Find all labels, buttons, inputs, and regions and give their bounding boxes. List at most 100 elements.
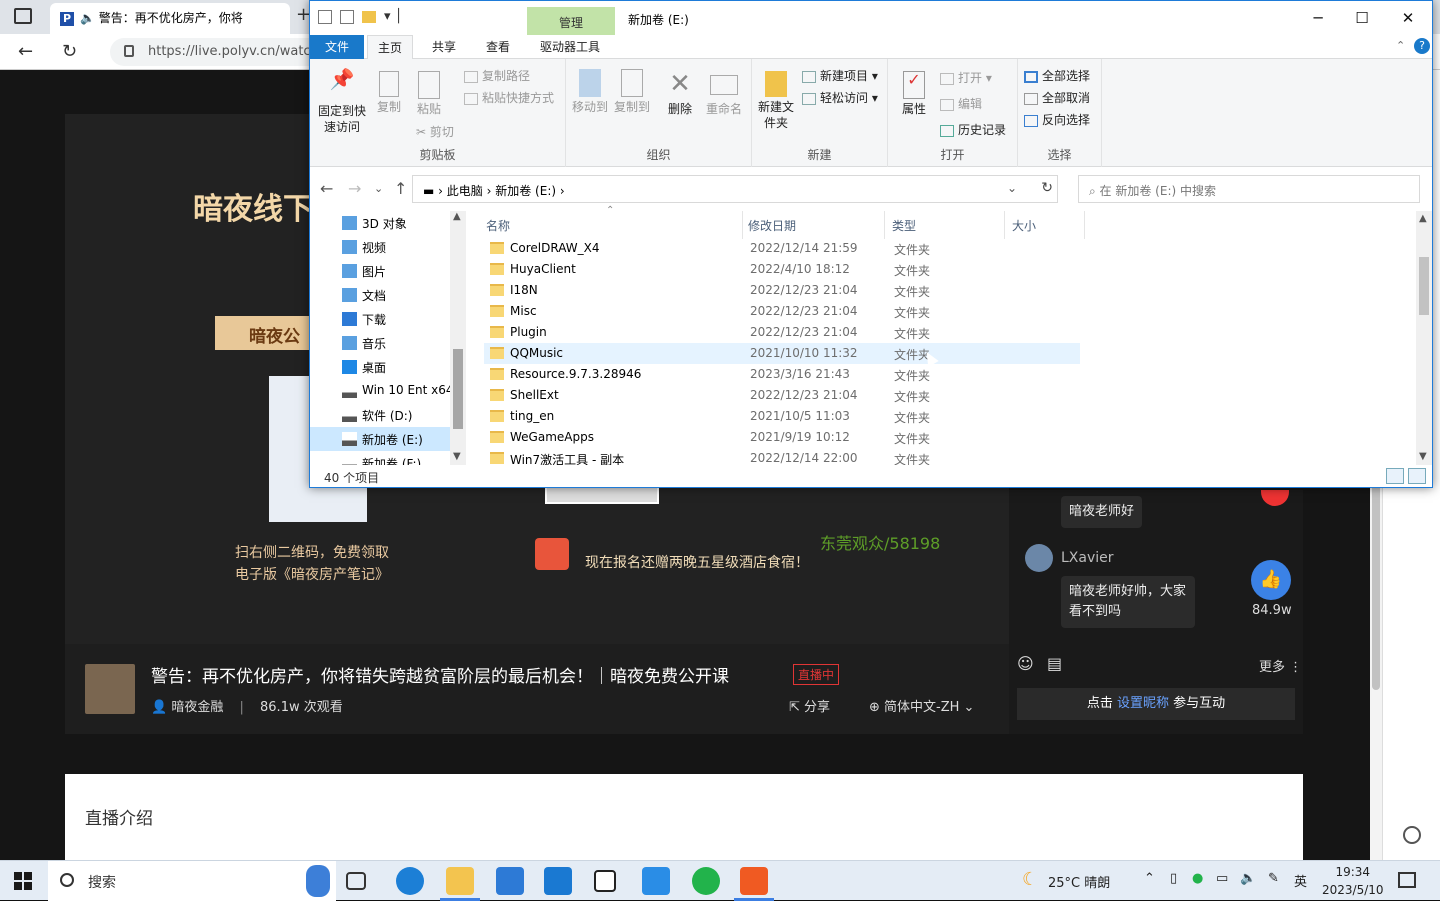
browser-tab[interactable]: P 🔈 警告：再不优化房产，你将 xyxy=(50,3,290,34)
breadcrumb-drive-e[interactable]: 新加卷 (E:) xyxy=(495,184,556,198)
nav-item[interactable]: 桌面 xyxy=(310,355,450,379)
more-button[interactable]: 更多 ⋮ xyxy=(1259,656,1302,675)
recent-locations-icon[interactable]: ⌄ xyxy=(374,182,383,195)
nav-item[interactable]: 文档 xyxy=(310,283,450,307)
file-row[interactable]: QQMusic 2021/10/10 11:32 文件夹 xyxy=(484,343,1080,364)
column-date[interactable]: 修改日期 xyxy=(748,217,796,234)
rename-button[interactable]: 重命名 xyxy=(702,69,746,117)
like-button[interactable]: 👍 xyxy=(1251,560,1291,600)
nav-scrollbar[interactable]: ▲ ▼ xyxy=(450,211,466,465)
polyv-app-icon[interactable] xyxy=(734,867,774,901)
select-none-button[interactable]: 全部取消 xyxy=(1024,89,1090,106)
nav-item[interactable]: 图片 xyxy=(310,259,450,283)
scroll-down-icon[interactable]: ▼ xyxy=(1419,451,1427,462)
move-to-button[interactable]: 移动到 xyxy=(570,69,610,115)
wechat-icon[interactable] xyxy=(692,867,720,895)
host-name[interactable]: 暗夜金融 xyxy=(171,700,223,715)
network-icon[interactable]: ▭ xyxy=(1216,871,1228,886)
large-icons-view-icon[interactable] xyxy=(1408,468,1426,484)
collapse-ribbon-icon[interactable]: ⌃ xyxy=(1396,39,1405,52)
file-row[interactable]: Resource.9.7.3.28946 2023/3/16 21:43 文件夹 xyxy=(484,364,1080,385)
new-item-button[interactable]: 新建项目 ▾ xyxy=(802,67,878,84)
nav-item[interactable]: 音乐 xyxy=(310,331,450,355)
tab-view[interactable]: 查看 xyxy=(476,35,520,59)
nav-scrollbar-thumb[interactable] xyxy=(453,349,463,429)
column-divider[interactable] xyxy=(884,211,885,239)
mail-icon[interactable] xyxy=(544,867,572,895)
nav-item[interactable]: 3D 对象 xyxy=(310,211,450,235)
speaker-icon[interactable]: 🔈 xyxy=(80,11,99,25)
column-divider[interactable] xyxy=(1084,211,1085,239)
reload-icon[interactable]: ↻ xyxy=(62,41,77,62)
store-icon[interactable] xyxy=(496,867,524,895)
set-nickname-link[interactable]: 设置昵称 xyxy=(1117,696,1169,711)
close-button[interactable]: ✕ xyxy=(1386,5,1430,31)
file-explorer-icon[interactable] xyxy=(440,867,480,901)
context-tab-manage[interactable]: 管理 xyxy=(527,7,615,35)
app-icon[interactable] xyxy=(594,870,616,892)
wechat-tray-icon[interactable]: ● xyxy=(1192,871,1203,886)
file-scrollbar-thumb[interactable] xyxy=(1419,257,1429,315)
file-row[interactable]: ting_en 2021/10/5 11:03 文件夹 xyxy=(484,406,1080,427)
new-folder-icon[interactable] xyxy=(362,10,376,23)
clock[interactable]: 19:34 2023/5/10 xyxy=(1322,863,1384,899)
easy-access-button[interactable]: 轻松访问 ▾ xyxy=(802,89,878,106)
scroll-up-icon[interactable]: ▲ xyxy=(453,211,461,222)
drive-icon[interactable] xyxy=(318,9,332,24)
tab-file[interactable]: 文件 xyxy=(310,35,364,59)
open-button[interactable]: 打开 ▾ xyxy=(940,69,992,86)
pin-button[interactable]: 📌 固定到快速访问 xyxy=(316,69,368,135)
emoji-icon[interactable]: ☺ xyxy=(1017,654,1034,673)
nav-item[interactable]: 软件 (D:) xyxy=(310,403,450,427)
file-row[interactable]: Plugin 2022/12/23 21:04 文件夹 xyxy=(484,322,1080,343)
nav-item[interactable]: Win 10 Ent x64 xyxy=(310,379,454,403)
nav-item[interactable]: 新加卷 (E:) xyxy=(310,427,450,451)
tab-home[interactable]: 主页 xyxy=(367,35,414,59)
edit-button[interactable]: 编辑 xyxy=(940,95,982,112)
scroll-down-icon[interactable]: ▼ xyxy=(453,451,461,462)
up-icon[interactable]: ↑ xyxy=(394,179,407,198)
nav-item[interactable]: 视频 xyxy=(310,235,450,259)
column-name[interactable]: 名称 xyxy=(486,217,510,234)
file-row[interactable]: Misc 2022/12/23 21:04 文件夹 xyxy=(484,301,1080,322)
notes-icon[interactable]: ▤ xyxy=(1047,654,1062,673)
taskbar-search[interactable]: 搜索 xyxy=(48,861,336,901)
copy-to-button[interactable]: 复制到 xyxy=(612,69,652,115)
task-view-icon[interactable] xyxy=(346,872,366,890)
properties-check-icon[interactable] xyxy=(340,9,354,24)
ime-indicator[interactable]: 英 xyxy=(1294,871,1307,890)
gear-icon[interactable] xyxy=(1403,826,1421,844)
battery-icon[interactable]: ▯ xyxy=(1170,871,1177,886)
invert-selection-button[interactable]: 反向选择 xyxy=(1024,111,1090,128)
maximize-button[interactable]: ☐ xyxy=(1340,5,1384,31)
column-divider[interactable] xyxy=(1004,211,1005,239)
file-scrollbar[interactable]: ▲ ▼ xyxy=(1416,211,1432,465)
weather-text[interactable]: 25°C 晴朗 xyxy=(1048,872,1110,891)
file-row[interactable]: HuyaClient 2022/4/10 18:12 文件夹 xyxy=(484,259,1080,280)
file-row[interactable]: WeGameApps 2021/9/19 10:12 文件夹 xyxy=(484,427,1080,448)
file-row[interactable]: CorelDRAW_X4 2022/12/14 21:59 文件夹 xyxy=(484,238,1080,259)
nav-item[interactable]: 下载 xyxy=(310,307,450,331)
chat-input[interactable]: 点击 设置昵称 参与互动 xyxy=(1017,688,1295,720)
details-view-icon[interactable] xyxy=(1386,468,1404,484)
select-all-button[interactable]: 全部选择 xyxy=(1024,67,1090,84)
paste-shortcut-button[interactable]: 粘贴快捷方式 xyxy=(464,89,554,106)
start-button[interactable] xyxy=(14,872,32,890)
chevron-down-icon[interactable]: ⌄ xyxy=(1007,181,1017,195)
minimize-button[interactable]: ─ xyxy=(1296,5,1340,31)
pen-icon[interactable]: ✎ xyxy=(1268,871,1279,886)
cut-button[interactable]: ✂ 剪切 xyxy=(416,123,454,140)
scroll-up-icon[interactable]: ▲ xyxy=(1419,213,1427,224)
delete-button[interactable]: ✕ 删除 xyxy=(662,69,698,117)
help-icon[interactable]: ? xyxy=(1414,38,1430,54)
edge-icon[interactable] xyxy=(396,867,424,895)
tab-share[interactable]: 共享 xyxy=(422,35,466,59)
history-button[interactable]: 历史记录 xyxy=(940,121,1006,138)
properties-button[interactable]: ✓ 属性 xyxy=(898,71,930,117)
paste-button[interactable]: 粘贴 xyxy=(412,71,446,117)
chevron-up-icon[interactable]: ⌃ xyxy=(1144,871,1155,886)
share-button[interactable]: ⇱ 分享 xyxy=(789,696,830,715)
search-input[interactable]: ⌕ 在 新加卷 (E:) 中搜索 xyxy=(1078,175,1420,203)
copy-path-button[interactable]: 复制路径 xyxy=(464,67,530,84)
tab-drive-tools[interactable]: 驱动器工具 xyxy=(530,35,610,59)
